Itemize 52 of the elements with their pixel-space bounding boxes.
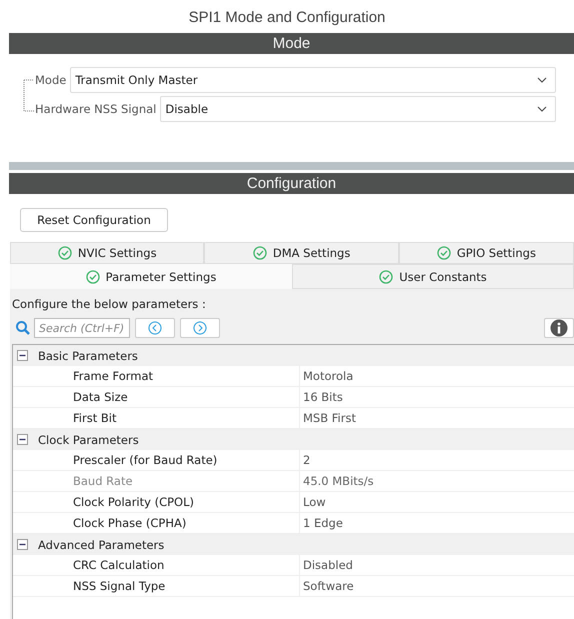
tab[interactable]: NVIC Settings xyxy=(10,242,204,264)
parameter-value[interactable]: MSB First xyxy=(300,411,356,425)
check-circle-icon xyxy=(86,270,100,284)
parameter-name: First Bit xyxy=(13,408,300,428)
parameter-value[interactable]: Disabled xyxy=(300,558,353,572)
check-circle-icon xyxy=(58,246,72,260)
section-header: Mode xyxy=(9,33,574,54)
parameter-value[interactable]: Software xyxy=(300,579,354,593)
parameter-name: Data Size xyxy=(13,387,300,407)
group-label: Advanced Parameters xyxy=(38,538,164,552)
dropdown[interactable]: Disable xyxy=(160,96,556,122)
search-field[interactable]: Search (Ctrl+F) xyxy=(34,318,130,338)
next-button[interactable] xyxy=(180,318,220,338)
parameter-name: NSS Signal Type xyxy=(13,576,300,596)
parameter-name: Clock Polarity (CPOL) xyxy=(13,492,300,512)
parameter-value[interactable]: Motorola xyxy=(300,369,354,383)
field-label: Mode xyxy=(35,73,66,87)
chevron-right-icon xyxy=(193,321,207,335)
parameter-name: Baud Rate xyxy=(13,471,300,491)
group-label: Basic Parameters xyxy=(38,348,138,362)
chevron-down-icon xyxy=(537,106,547,112)
check-circle-icon xyxy=(252,246,267,260)
collapse-icon[interactable] xyxy=(17,539,28,550)
chevron-down-icon xyxy=(537,77,547,83)
group-label: Clock Parameters xyxy=(38,432,139,446)
previous-button[interactable] xyxy=(135,318,175,338)
dropdown[interactable]: Transmit Only Master xyxy=(70,67,556,93)
collapse-icon[interactable] xyxy=(17,434,28,445)
parameter-name: Frame Format xyxy=(13,366,300,386)
info-button[interactable] xyxy=(544,318,574,338)
tab[interactable]: Parameter Settings xyxy=(10,264,292,289)
tab[interactable]: DMA Settings xyxy=(204,242,399,264)
chevron-left-icon xyxy=(148,321,162,335)
parameter-value[interactable]: 1 Edge xyxy=(300,516,343,530)
search-icon xyxy=(15,320,31,336)
check-circle-icon xyxy=(379,270,394,284)
parameter-name: Prescaler (for Baud Rate) xyxy=(13,450,300,470)
field-label: Hardware NSS Signal xyxy=(35,102,156,116)
collapse-icon[interactable] xyxy=(17,350,28,361)
info-icon xyxy=(550,319,568,337)
tab[interactable]: GPIO Settings xyxy=(398,242,574,264)
instructions-text: Configure the below parameters : xyxy=(12,296,207,313)
parameter-value[interactable]: 2 xyxy=(300,453,310,467)
parameter-name: Clock Phase (CPHA) xyxy=(13,513,300,533)
reset-button[interactable]: Reset Configuration xyxy=(20,208,168,232)
section-header: Configuration xyxy=(9,173,574,194)
panel-title: SPI1 Mode and Configuration xyxy=(188,8,386,28)
parameter-value[interactable]: Low xyxy=(300,495,326,509)
tab[interactable]: User Constants xyxy=(292,264,574,289)
parameter-value[interactable]: 16 Bits xyxy=(300,390,343,404)
parameter-name: CRC Calculation xyxy=(13,555,300,575)
check-circle-icon xyxy=(436,246,451,260)
